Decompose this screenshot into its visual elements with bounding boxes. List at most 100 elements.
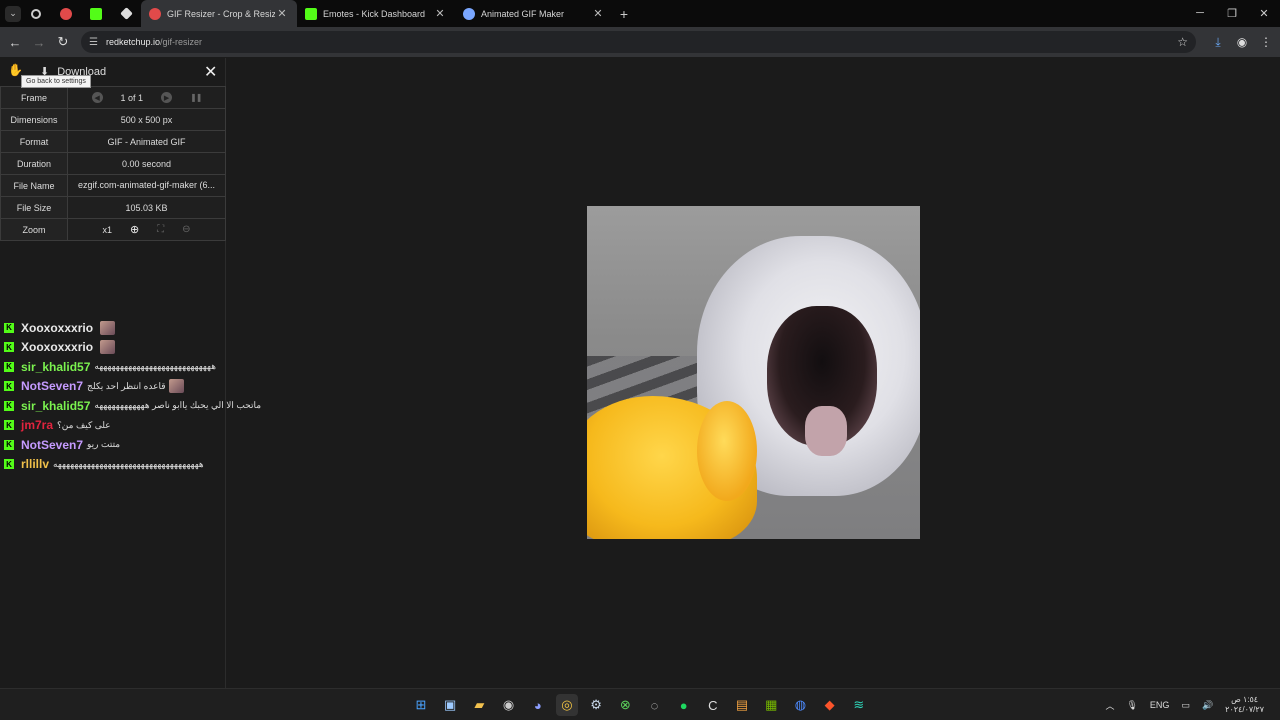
emote-image (168, 379, 184, 394)
duration-label: Duration (0, 152, 68, 175)
proxy-app-icon[interactable]: ◍ (789, 694, 811, 716)
close-icon[interactable]: ✕ (275, 7, 289, 20)
table-row: Duration 0.00 second (0, 152, 226, 175)
site-info-icon[interactable]: ☰ (89, 37, 98, 48)
ezgif-favicon (463, 7, 475, 20)
close-icon[interactable]: ✕ (204, 62, 217, 82)
volume-icon[interactable]: 🔊 (1202, 700, 1213, 711)
new-tab-button[interactable]: + (613, 6, 635, 22)
pause-icon[interactable]: ❚❚ (190, 93, 202, 102)
tab-gif-resizer[interactable]: GIF Resizer - Crop & Resize Anim ✕ (141, 0, 297, 27)
chat-username: NotSeven7 (21, 437, 84, 452)
url-path: /gif-resizer (160, 37, 203, 47)
profile-icon[interactable]: ◉ (1230, 35, 1254, 50)
ccleaner-icon[interactable]: C (702, 694, 724, 716)
chrome-icon[interactable]: ◎ (555, 694, 578, 716)
tray-overflow-icon[interactable]: ︿ (1105, 699, 1114, 712)
close-window-icon[interactable]: ✕ (1248, 7, 1280, 20)
pinned-tab-1[interactable] (21, 0, 51, 27)
close-icon[interactable]: ✕ (433, 7, 447, 20)
site-favicon (31, 8, 41, 19)
frame-cell: ◀ 1 of 1 ▶ ❚❚ (67, 86, 226, 109)
kick-icon: K (4, 322, 14, 333)
dimensions-value: 500 x 500 px (67, 108, 226, 131)
redketchup-favicon (149, 7, 161, 20)
nvidia-icon[interactable]: ▦ (760, 694, 782, 716)
panel-header: ✋ ⬇ Download ✕ Go back to settings (0, 58, 225, 88)
filename-cell: ezgif.com-animated-gif-maker (6... (67, 174, 226, 197)
kick-icon: K (4, 459, 14, 470)
pinned-tab-kick[interactable] (81, 0, 111, 27)
back-to-settings-icon[interactable]: ✋ (8, 63, 23, 79)
spotify-icon[interactable]: ● (673, 694, 695, 716)
tab-title: Animated GIF Maker (481, 8, 565, 19)
zoom-cell: x1 ⊕ ⛶ ⊖ (67, 218, 226, 241)
gif-preview-image (587, 206, 920, 539)
address-bar[interactable]: ☰ redketchup.io/gif-resizer ☆ (81, 31, 1196, 53)
tab-title: Emotes - Kick Dashboard (323, 8, 426, 19)
stream-chat-overlay: K Xooxoxxxrio K Xooxoxxxrio K sir_khalid… (4, 318, 324, 474)
close-icon[interactable]: ✕ (591, 7, 605, 20)
chat-text: على كيف من؟ (57, 419, 111, 430)
gif-info-table: Frame ◀ 1 of 1 ▶ ❚❚ Dimensions 500 x 500… (0, 86, 226, 241)
duration-value: 0.00 second (67, 152, 226, 175)
kick-icon (305, 7, 317, 20)
chat-username: Xooxoxxxrio (21, 340, 94, 355)
reload-icon[interactable]: ↻ (51, 34, 75, 50)
forward-icon[interactable]: → (27, 35, 51, 50)
microphone-icon[interactable]: 🎙 (1126, 700, 1137, 711)
chat-text: ههههههههههههههههههههههههههههه (94, 361, 216, 372)
discord-icon[interactable]: ◕ (527, 694, 549, 716)
pinned-tab-2[interactable] (51, 0, 81, 27)
chat-message: K sir_khalid57 ههههههههههههههههههههههههه… (4, 357, 324, 377)
window-controls: ─ ❐ ✕ (1184, 7, 1280, 20)
tab-kick-emotes[interactable]: Emotes - Kick Dashboard ✕ (297, 0, 455, 27)
file-explorer-icon[interactable]: ▰ (468, 694, 490, 716)
fit-screen-icon[interactable]: ⛶ (157, 224, 164, 235)
chat-text: قاعده انتظر احد يكلج (87, 380, 166, 391)
format-value: GIF - Animated GIF (67, 130, 226, 153)
zoom-label: Zoom (0, 218, 68, 241)
dimensions-label: Dimensions (0, 108, 68, 131)
chat-message: K Xooxoxxxrio (4, 318, 324, 338)
xbox-icon[interactable]: ⊗ (614, 694, 636, 716)
obs-icon[interactable]: ◉ (498, 694, 520, 716)
network-icon[interactable]: ▭ (1181, 700, 1190, 711)
site-favicon (60, 7, 72, 20)
restore-icon[interactable]: ❐ (1216, 7, 1248, 20)
tab-gif-maker[interactable]: Animated GIF Maker ✕ (455, 0, 613, 27)
back-icon[interactable]: ← (3, 35, 27, 50)
audio-app-icon[interactable]: ≋ (848, 694, 870, 716)
language-indicator[interactable]: ENG (1150, 700, 1170, 710)
next-frame-icon[interactable]: ▶ (161, 92, 173, 103)
url-host: redketchup.io (105, 37, 161, 47)
photo-app-icon[interactable]: ▤ (731, 694, 753, 716)
steam-icon[interactable]: ⚙ (585, 694, 607, 716)
clock[interactable]: ١:٥٤ ص ٢٠٢٤/٠٧/٢٧ (1225, 695, 1264, 715)
downloads-icon[interactable]: ⤓ (1206, 35, 1230, 50)
menu-kebab-icon[interactable]: ⋮ (1254, 35, 1278, 50)
windows-taskbar: ⊞ ▣ ▰ ◉ ◕ ◎ ⚙ ⊗ ◌ ● C ▤ ▦ ◍ ◆ ≋ ︿ 🎙 ENG … (0, 688, 1280, 720)
emote-image (100, 320, 116, 335)
filesize-value: 105.03 KB (67, 196, 226, 219)
tab-search-button[interactable]: ⌄ (5, 5, 21, 22)
chat-message: K rllillv هههههههههههههههههههههههههههههه… (4, 455, 324, 475)
zoom-in-icon[interactable]: ⊕ (130, 223, 139, 236)
kick-icon: K (4, 439, 14, 450)
bookmark-star-icon[interactable]: ☆ (1177, 35, 1188, 49)
format-label: Format (0, 130, 68, 153)
pinned-tab-4[interactable] (111, 0, 141, 27)
overlay-app-icon[interactable]: ◌ (644, 694, 666, 716)
store-icon[interactable]: ▣ (439, 694, 461, 716)
minimize-icon[interactable]: ─ (1184, 7, 1216, 20)
prev-frame-icon[interactable]: ◀ (91, 92, 103, 103)
zoom-out-icon[interactable]: ⊖ (182, 224, 190, 235)
brave-icon[interactable]: ◆ (819, 694, 841, 716)
start-icon[interactable]: ⊞ (410, 694, 432, 716)
table-row: Frame ◀ 1 of 1 ▶ ❚❚ (0, 86, 226, 109)
clock-date: ٢٠٢٤/٠٧/٢٧ (1225, 705, 1264, 714)
chat-text: متتت ريو (87, 439, 121, 450)
kick-icon (90, 7, 102, 20)
chat-message: K Xooxoxxxrio (4, 338, 324, 358)
kick-icon: K (4, 420, 14, 431)
